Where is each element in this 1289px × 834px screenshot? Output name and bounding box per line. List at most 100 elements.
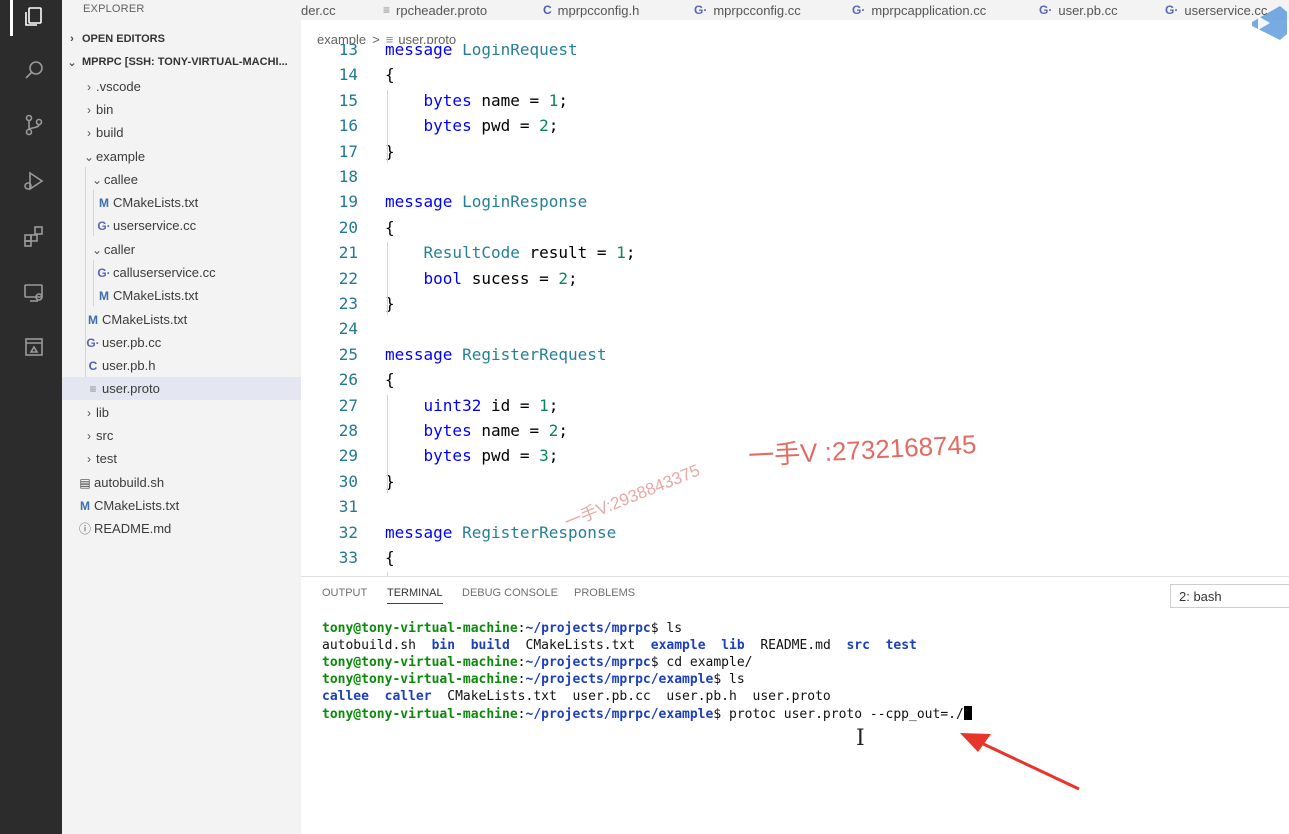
remote-window-icon[interactable] [20, 333, 48, 361]
tree-item-label: calluserservice.cc [113, 265, 216, 280]
tab-debug-console[interactable]: DEBUG CONSOLE [462, 587, 558, 599]
line-number: 31 [338, 497, 358, 517]
tree-item-bin[interactable]: › bin [62, 98, 301, 121]
terminal-line: tony@tony-virtual-machine:~/projects/mpr… [322, 621, 683, 636]
tab-label: user.pb.cc [1058, 2, 1118, 18]
code-line: 19 message LoginResponse [301, 189, 1289, 214]
tree-item-label: user.pb.cc [102, 335, 162, 350]
tree-item-lib[interactable]: › lib [62, 401, 301, 424]
search-icon[interactable] [20, 56, 48, 84]
tree-item-label: user.pb.h [102, 358, 156, 373]
tree-item-user-pb-cc[interactable]: G· user.pb.cc [62, 331, 301, 354]
tab-label: mprpcconfig.cc [713, 2, 801, 18]
code-text: bytes name = 1; [423, 90, 569, 110]
tree-item-calluserservice[interactable]: G· calluserservice.cc [62, 261, 301, 284]
indent-guide [387, 394, 388, 493]
line-number: 32 [338, 522, 358, 542]
tab-rpcheader-proto[interactable]: ≡ rpcheader.proto [383, 0, 487, 20]
tree-item-test[interactable]: › test [62, 447, 301, 470]
code-editor[interactable]: 13 message LoginRequest 14 {15 bytes name =… [301, 44, 1289, 576]
explorer-icon[interactable] [20, 3, 48, 31]
source-control-icon[interactable] [20, 111, 48, 139]
tree-item-user-pb-h[interactable]: C user.pb.h [62, 354, 301, 377]
tree-item-userservice[interactable]: G· userservice.cc [62, 214, 301, 237]
line-number: 17 [338, 141, 358, 161]
tab-label: rpcheader.proto [396, 2, 488, 18]
line-number: 33 [338, 548, 358, 567]
tree-item-readme[interactable]: ⓘ README.md [62, 517, 301, 540]
project-label: MPRPC [SSH: TONY-VIRTUAL-MACHI... [82, 56, 288, 68]
tree-item-callee[interactable]: ⌄ callee [62, 168, 301, 191]
tab-mprpcconfig-cc[interactable]: G· mprpcconfig.cc [694, 0, 801, 20]
code-line: 15 bytes name = 1; [301, 88, 1289, 113]
tree-item-caller[interactable]: ⌄ caller [62, 238, 301, 261]
line-number: 14 [338, 65, 358, 85]
proto-file-icon: ≡ [383, 3, 391, 17]
corner-logo-icon [1252, 6, 1287, 40]
tab-terminal[interactable]: TERMINAL [387, 587, 443, 604]
tree-item-example[interactable]: ⌄ example [62, 145, 301, 168]
tree-item-label: test [96, 451, 117, 466]
tree-item-autobuild[interactable]: ▤ autobuild.sh [62, 471, 301, 494]
code-line: 26 { [301, 367, 1289, 392]
activity-bar [0, 0, 62, 834]
chevron-right-icon: › [87, 79, 91, 94]
chevron-right-icon: › [87, 125, 91, 140]
indent-guide [387, 89, 388, 163]
code-line: 17} [301, 139, 1289, 164]
proto-file-icon: ≡ [89, 381, 97, 396]
chevron-right-icon: › [87, 428, 91, 443]
tree-item-build[interactable]: › build [62, 121, 301, 144]
tree-item-label: CMakeLists.txt [113, 288, 199, 303]
line-number: 16 [338, 116, 358, 136]
line-number: 18 [338, 167, 358, 186]
chevron-down-icon: ⌄ [91, 172, 103, 187]
chevron-right-icon: › [87, 102, 91, 117]
code-line: 20 { [301, 215, 1289, 240]
open-editors-header[interactable]: › OPEN EDITORS [62, 28, 301, 50]
c-header-file-icon: C [543, 3, 552, 17]
tree-item-label: lib [96, 405, 110, 420]
line-number: 28 [338, 421, 358, 440]
code-text: bytes name = 2; [423, 421, 569, 440]
bottom-panel: OUTPUT TERMINAL DEBUG CONSOLE PROBLEMS 2… [301, 576, 1289, 834]
editor-tabs: der.cc ≡ rpcheader.proto C mprpcconfig.h… [301, 0, 1289, 20]
tree-item-label: src [96, 428, 114, 443]
line-number: 15 [338, 90, 358, 110]
tab-label: mprpcapplication.cc [871, 2, 987, 18]
line-number: 26 [338, 370, 358, 390]
tree-item-user-proto[interactable]: ≡ user.proto [62, 377, 301, 400]
extensions-icon[interactable] [20, 222, 48, 250]
code-line: 30} [301, 469, 1289, 494]
tree-item-root-cmakelists[interactable]: M CMakeLists.txt [62, 494, 301, 517]
tree-item-example-cmakelists[interactable]: M CMakeLists.txt [62, 308, 301, 331]
tree-item-label: CMakeLists.txt [102, 312, 188, 327]
tree-item-label: CMakeLists.txt [94, 498, 180, 513]
project-header[interactable]: ⌄ MPRPC [SSH: TONY-VIRTUAL-MACHI... [62, 51, 301, 73]
line-number: 22 [338, 268, 358, 288]
cpp-file-icon: G· [852, 3, 866, 17]
tree-item-label: callee [104, 172, 138, 187]
tab-mprpcapplication-cc[interactable]: G· mprpcapplication.cc [852, 0, 986, 20]
code-line: 24 [301, 316, 1289, 341]
tree-item-callee-cmakelists[interactable]: M CMakeLists.txt [62, 191, 301, 214]
code-line: 25 message RegisterRequest [301, 342, 1289, 367]
tree-item-vscode[interactable]: › .vscode [62, 75, 301, 98]
tab-mprpcconfig-h[interactable]: C mprpcconfig.h [543, 0, 639, 20]
remote-explorer-icon[interactable] [20, 279, 48, 307]
terminal-select[interactable]: 2: bash [1170, 584, 1289, 608]
chevron-right-icon: › [70, 33, 74, 45]
info-icon: ⓘ [78, 522, 91, 536]
tab-der-cc[interactable]: der.cc [301, 0, 336, 20]
cpp-file-icon: G· [97, 218, 111, 233]
tab-output[interactable]: OUTPUT [322, 587, 367, 599]
tab-user-pb-cc[interactable]: G· user.pb.cc [1039, 0, 1118, 20]
code-text: message LoginResponse [385, 192, 588, 212]
chevron-right-icon: › [87, 451, 91, 466]
run-debug-icon[interactable] [20, 167, 48, 195]
tab-problems[interactable]: PROBLEMS [574, 587, 635, 599]
code-line: 33 { [301, 545, 1289, 570]
tree-item-caller-cmakelists[interactable]: M CMakeLists.txt [62, 284, 301, 307]
cmake-file-icon: M [80, 498, 90, 513]
tree-item-src[interactable]: › src [62, 424, 301, 447]
